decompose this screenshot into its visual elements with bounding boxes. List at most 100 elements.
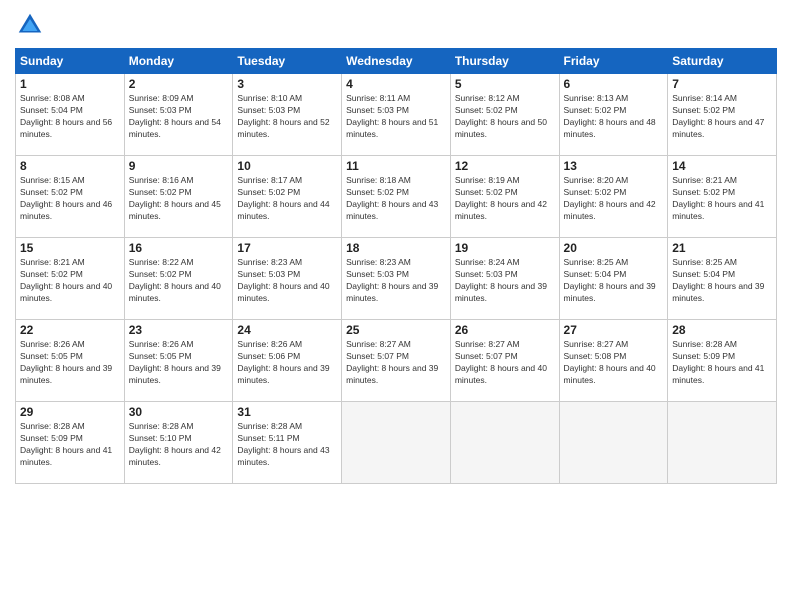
day-number: 9 — [129, 159, 229, 173]
day-number: 1 — [20, 77, 120, 91]
weekday-tuesday: Tuesday — [233, 49, 342, 74]
sunset-label: Sunset: 5:05 PM — [20, 351, 83, 361]
day-info: Sunrise: 8:26 AM Sunset: 5:06 PM Dayligh… — [237, 339, 337, 387]
day-number: 26 — [455, 323, 555, 337]
sunrise-label: Sunrise: 8:23 AM — [346, 257, 411, 267]
sunrise-label: Sunrise: 8:20 AM — [564, 175, 629, 185]
sunset-label: Sunset: 5:02 PM — [20, 187, 83, 197]
calendar-cell: 2 Sunrise: 8:09 AM Sunset: 5:03 PM Dayli… — [124, 74, 233, 156]
sunset-label: Sunset: 5:07 PM — [455, 351, 518, 361]
day-info: Sunrise: 8:09 AM Sunset: 5:03 PM Dayligh… — [129, 93, 229, 141]
sunrise-label: Sunrise: 8:27 AM — [346, 339, 411, 349]
day-number: 13 — [564, 159, 664, 173]
day-number: 4 — [346, 77, 446, 91]
daylight-label: Daylight: 8 hours and 42 minutes. — [564, 199, 656, 221]
daylight-label: Daylight: 8 hours and 39 minutes. — [672, 281, 764, 303]
calendar-cell: 24 Sunrise: 8:26 AM Sunset: 5:06 PM Dayl… — [233, 320, 342, 402]
day-info: Sunrise: 8:28 AM Sunset: 5:10 PM Dayligh… — [129, 421, 229, 469]
sunset-label: Sunset: 5:02 PM — [455, 105, 518, 115]
daylight-label: Daylight: 8 hours and 52 minutes. — [237, 117, 329, 139]
sunrise-label: Sunrise: 8:16 AM — [129, 175, 194, 185]
header — [15, 10, 777, 40]
week-row-5: 29 Sunrise: 8:28 AM Sunset: 5:09 PM Dayl… — [16, 402, 777, 484]
sunset-label: Sunset: 5:04 PM — [564, 269, 627, 279]
calendar-cell: 31 Sunrise: 8:28 AM Sunset: 5:11 PM Dayl… — [233, 402, 342, 484]
daylight-label: Daylight: 8 hours and 41 minutes. — [20, 445, 112, 467]
weekday-header-row: SundayMondayTuesdayWednesdayThursdayFrid… — [16, 49, 777, 74]
calendar-cell: 26 Sunrise: 8:27 AM Sunset: 5:07 PM Dayl… — [450, 320, 559, 402]
calendar-cell: 1 Sunrise: 8:08 AM Sunset: 5:04 PM Dayli… — [16, 74, 125, 156]
day-number: 18 — [346, 241, 446, 255]
sunset-label: Sunset: 5:02 PM — [237, 187, 300, 197]
sunset-label: Sunset: 5:09 PM — [20, 433, 83, 443]
daylight-label: Daylight: 8 hours and 40 minutes. — [564, 363, 656, 385]
day-number: 10 — [237, 159, 337, 173]
calendar-cell: 15 Sunrise: 8:21 AM Sunset: 5:02 PM Dayl… — [16, 238, 125, 320]
calendar-cell: 14 Sunrise: 8:21 AM Sunset: 5:02 PM Dayl… — [668, 156, 777, 238]
weekday-wednesday: Wednesday — [342, 49, 451, 74]
daylight-label: Daylight: 8 hours and 41 minutes. — [672, 363, 764, 385]
calendar-cell: 18 Sunrise: 8:23 AM Sunset: 5:03 PM Dayl… — [342, 238, 451, 320]
daylight-label: Daylight: 8 hours and 47 minutes. — [672, 117, 764, 139]
daylight-label: Daylight: 8 hours and 56 minutes. — [20, 117, 112, 139]
sunrise-label: Sunrise: 8:15 AM — [20, 175, 85, 185]
day-info: Sunrise: 8:27 AM Sunset: 5:07 PM Dayligh… — [455, 339, 555, 387]
calendar-cell: 3 Sunrise: 8:10 AM Sunset: 5:03 PM Dayli… — [233, 74, 342, 156]
sunset-label: Sunset: 5:02 PM — [129, 187, 192, 197]
day-info: Sunrise: 8:25 AM Sunset: 5:04 PM Dayligh… — [564, 257, 664, 305]
sunrise-label: Sunrise: 8:18 AM — [346, 175, 411, 185]
sunset-label: Sunset: 5:02 PM — [564, 187, 627, 197]
weekday-thursday: Thursday — [450, 49, 559, 74]
daylight-label: Daylight: 8 hours and 39 minutes. — [346, 281, 438, 303]
calendar-cell — [342, 402, 451, 484]
sunset-label: Sunset: 5:10 PM — [129, 433, 192, 443]
calendar-cell: 23 Sunrise: 8:26 AM Sunset: 5:05 PM Dayl… — [124, 320, 233, 402]
day-number: 29 — [20, 405, 120, 419]
sunrise-label: Sunrise: 8:26 AM — [20, 339, 85, 349]
sunset-label: Sunset: 5:03 PM — [346, 269, 409, 279]
calendar-cell: 28 Sunrise: 8:28 AM Sunset: 5:09 PM Dayl… — [668, 320, 777, 402]
calendar-cell: 22 Sunrise: 8:26 AM Sunset: 5:05 PM Dayl… — [16, 320, 125, 402]
sunset-label: Sunset: 5:03 PM — [129, 105, 192, 115]
day-number: 15 — [20, 241, 120, 255]
day-number: 7 — [672, 77, 772, 91]
weekday-saturday: Saturday — [668, 49, 777, 74]
daylight-label: Daylight: 8 hours and 40 minutes. — [237, 281, 329, 303]
day-number: 19 — [455, 241, 555, 255]
logo-icon — [15, 10, 45, 40]
sunset-label: Sunset: 5:04 PM — [20, 105, 83, 115]
daylight-label: Daylight: 8 hours and 39 minutes. — [20, 363, 112, 385]
day-info: Sunrise: 8:23 AM Sunset: 5:03 PM Dayligh… — [346, 257, 446, 305]
daylight-label: Daylight: 8 hours and 40 minutes. — [455, 363, 547, 385]
sunrise-label: Sunrise: 8:28 AM — [237, 421, 302, 431]
calendar-cell: 6 Sunrise: 8:13 AM Sunset: 5:02 PM Dayli… — [559, 74, 668, 156]
sunrise-label: Sunrise: 8:23 AM — [237, 257, 302, 267]
sunset-label: Sunset: 5:07 PM — [346, 351, 409, 361]
week-row-1: 1 Sunrise: 8:08 AM Sunset: 5:04 PM Dayli… — [16, 74, 777, 156]
calendar-cell: 25 Sunrise: 8:27 AM Sunset: 5:07 PM Dayl… — [342, 320, 451, 402]
daylight-label: Daylight: 8 hours and 50 minutes. — [455, 117, 547, 139]
day-info: Sunrise: 8:10 AM Sunset: 5:03 PM Dayligh… — [237, 93, 337, 141]
day-info: Sunrise: 8:25 AM Sunset: 5:04 PM Dayligh… — [672, 257, 772, 305]
sunset-label: Sunset: 5:02 PM — [564, 105, 627, 115]
sunrise-label: Sunrise: 8:22 AM — [129, 257, 194, 267]
day-info: Sunrise: 8:26 AM Sunset: 5:05 PM Dayligh… — [129, 339, 229, 387]
sunrise-label: Sunrise: 8:19 AM — [455, 175, 520, 185]
calendar-cell: 19 Sunrise: 8:24 AM Sunset: 5:03 PM Dayl… — [450, 238, 559, 320]
sunset-label: Sunset: 5:08 PM — [564, 351, 627, 361]
sunrise-label: Sunrise: 8:09 AM — [129, 93, 194, 103]
daylight-label: Daylight: 8 hours and 40 minutes. — [20, 281, 112, 303]
sunrise-label: Sunrise: 8:10 AM — [237, 93, 302, 103]
day-info: Sunrise: 8:14 AM Sunset: 5:02 PM Dayligh… — [672, 93, 772, 141]
sunrise-label: Sunrise: 8:12 AM — [455, 93, 520, 103]
daylight-label: Daylight: 8 hours and 40 minutes. — [129, 281, 221, 303]
day-number: 23 — [129, 323, 229, 337]
calendar-table: SundayMondayTuesdayWednesdayThursdayFrid… — [15, 48, 777, 484]
sunrise-label: Sunrise: 8:11 AM — [346, 93, 410, 103]
day-info: Sunrise: 8:27 AM Sunset: 5:07 PM Dayligh… — [346, 339, 446, 387]
calendar-cell — [559, 402, 668, 484]
calendar-cell: 17 Sunrise: 8:23 AM Sunset: 5:03 PM Dayl… — [233, 238, 342, 320]
day-info: Sunrise: 8:13 AM Sunset: 5:02 PM Dayligh… — [564, 93, 664, 141]
sunrise-label: Sunrise: 8:26 AM — [129, 339, 194, 349]
sunrise-label: Sunrise: 8:28 AM — [20, 421, 85, 431]
